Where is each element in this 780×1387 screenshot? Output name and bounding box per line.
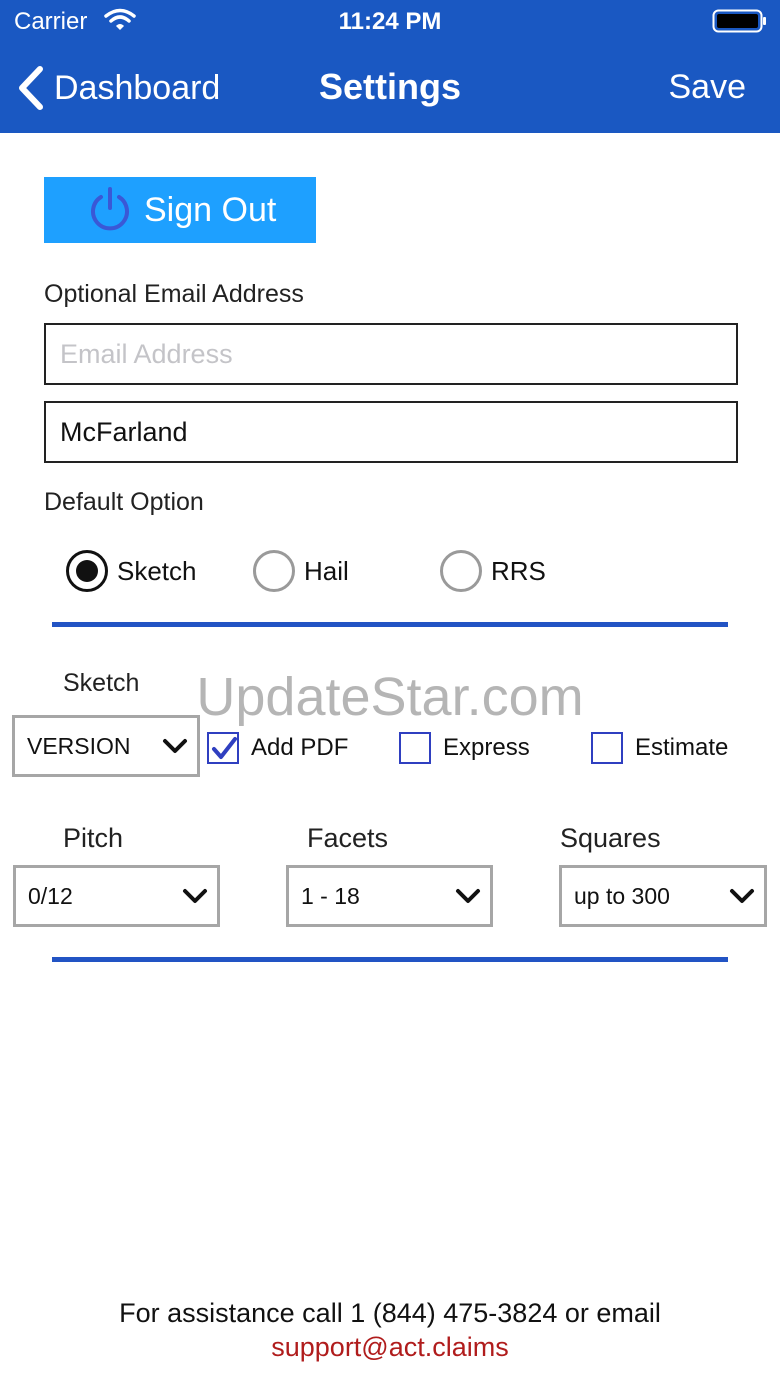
checkbox-label: Estimate	[635, 734, 729, 761]
back-label: Dashboard	[54, 68, 221, 107]
support-email-link[interactable]: support@act.claims	[0, 1332, 780, 1363]
chevron-down-icon	[730, 889, 754, 903]
battery-icon	[712, 9, 766, 33]
facets-select[interactable]: 1 - 18	[286, 865, 493, 927]
save-button[interactable]: Save	[669, 68, 747, 107]
power-icon	[91, 187, 129, 231]
divider	[52, 622, 728, 627]
checkbox-box-checked	[207, 732, 239, 764]
checkbox-box	[591, 732, 623, 764]
chevron-down-icon	[163, 739, 187, 753]
pitch-label: Pitch	[63, 823, 124, 853]
chevron-left-icon	[19, 66, 43, 110]
email-input[interactable]	[44, 323, 738, 385]
name-input[interactable]	[44, 401, 738, 463]
radio-sketch[interactable]: Sketch	[66, 549, 197, 593]
default-option-label: Default Option	[44, 488, 204, 516]
radio-circle	[253, 550, 295, 592]
checkbox-label: Express	[443, 734, 530, 761]
squares-select[interactable]: up to 300	[559, 865, 767, 927]
status-time: 11:24 PM	[338, 8, 442, 35]
radio-label: Hail	[304, 555, 349, 586]
radio-hail[interactable]: Hail	[253, 549, 349, 593]
facets-label: Facets	[307, 823, 389, 853]
radio-circle-checked	[66, 550, 108, 592]
checkbox-estimate[interactable]: Estimate	[591, 731, 728, 765]
email-label: Optional Email Address	[44, 280, 304, 308]
select-value: 0/12	[28, 882, 73, 909]
checkbox-express[interactable]: Express	[399, 731, 530, 765]
checkbox-box	[399, 732, 431, 764]
nav-bar: Carrier 11:24 PM Dashboard Settings Save	[0, 0, 780, 133]
radio-label: RRS	[491, 555, 546, 586]
footer-text: For assistance call 1 (844) 475-3824 or …	[119, 1298, 661, 1328]
divider	[52, 957, 728, 962]
checkbox-add-pdf[interactable]: Add PDF	[207, 731, 348, 765]
radio-rrs[interactable]: RRS	[440, 549, 546, 593]
sketch-label: Sketch	[63, 669, 140, 697]
radio-circle	[440, 550, 482, 592]
select-value: 1 - 18	[301, 882, 360, 909]
select-value: up to 300	[574, 882, 670, 909]
back-button[interactable]: Dashboard	[16, 62, 220, 114]
version-select[interactable]: VERSION	[12, 715, 200, 777]
squares-label: Squares	[560, 823, 661, 853]
sign-out-label: Sign Out	[144, 190, 277, 229]
chevron-down-icon	[456, 889, 480, 903]
checkmark-icon	[212, 737, 237, 759]
checkbox-label: Add PDF	[251, 734, 349, 761]
select-value: VERSION	[27, 732, 131, 759]
pitch-select[interactable]: 0/12	[13, 865, 220, 927]
radio-label: Sketch	[117, 555, 197, 586]
chevron-down-icon	[183, 889, 207, 903]
sign-out-button[interactable]: Sign Out	[44, 177, 316, 243]
